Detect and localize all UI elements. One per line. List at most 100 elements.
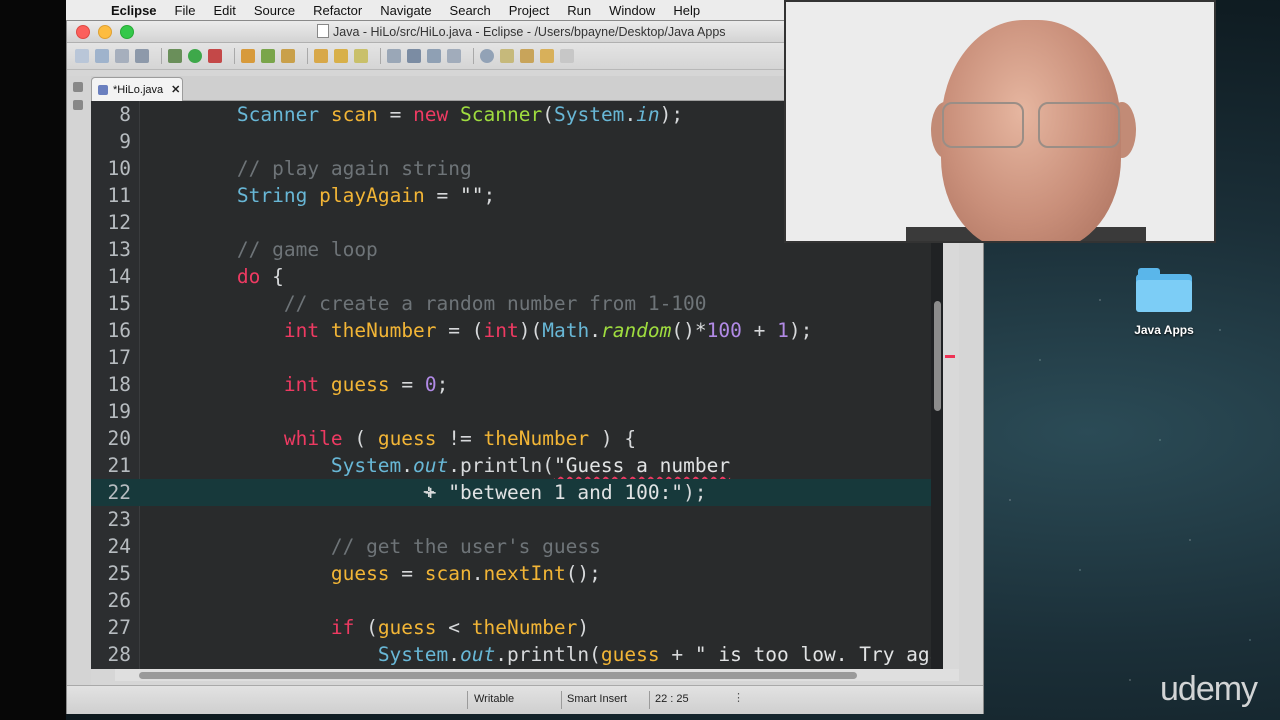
status-more-icon[interactable]: ⋮ xyxy=(733,691,744,704)
external-tools-icon[interactable] xyxy=(208,49,222,63)
code-line[interactable]: 27 if (guess < theNumber) xyxy=(91,614,943,641)
menu-run[interactable]: Run xyxy=(558,3,600,18)
editor-tab-hilo[interactable]: *HiLo.java ✕ xyxy=(91,77,183,101)
code-text: int guess = 0; xyxy=(283,373,449,396)
open-type-icon[interactable] xyxy=(314,49,328,63)
new-icon[interactable] xyxy=(75,49,89,63)
back-icon[interactable] xyxy=(540,49,554,63)
toggle-mark-icon[interactable] xyxy=(387,49,401,63)
debug-icon[interactable] xyxy=(168,49,182,63)
code-text: guess = scan.nextInt(); xyxy=(330,562,601,585)
code-line[interactable]: 20 while ( guess != theNumber ) { xyxy=(91,425,943,452)
vertical-scroll-thumb[interactable] xyxy=(934,301,941,411)
code-text: // game loop xyxy=(236,238,378,261)
line-number: 12 xyxy=(107,211,131,234)
save-all-icon[interactable] xyxy=(115,49,129,63)
code-line[interactable]: 19 xyxy=(91,398,943,425)
udemy-watermark: udemy xyxy=(1160,670,1258,708)
code-line[interactable]: 28 System.out.println(guess + " is too l… xyxy=(91,641,943,668)
code-line[interactable]: 15 // create a random number from 1-100 xyxy=(91,290,943,317)
previous-annotation-icon[interactable] xyxy=(500,49,514,63)
menu-source[interactable]: Source xyxy=(245,3,304,18)
print-icon[interactable] xyxy=(135,49,149,63)
menu-help[interactable]: Help xyxy=(664,3,709,18)
code-line[interactable]: 25 guess = scan.nextInt(); xyxy=(91,560,943,587)
status-insert-mode[interactable]: Smart Insert xyxy=(567,693,627,705)
line-number: 21 xyxy=(107,454,131,477)
toolbar-separator xyxy=(380,48,381,64)
last-edit-icon[interactable] xyxy=(520,49,534,63)
code-line[interactable]: 23 xyxy=(91,506,943,533)
menu-file[interactable]: File xyxy=(166,3,205,18)
code-text: // play again string xyxy=(236,157,472,180)
status-writable: Writable xyxy=(474,693,515,705)
window-title-text: Java - HiLo/src/HiLo.java - Eclipse - /U… xyxy=(333,25,726,39)
menu-navigate[interactable]: Navigate xyxy=(371,3,440,18)
run-icon[interactable] xyxy=(188,49,202,63)
menu-edit[interactable]: Edit xyxy=(204,3,244,18)
toolbar-separator xyxy=(161,48,162,64)
line-number: 19 xyxy=(107,400,131,423)
line-number: 20 xyxy=(107,427,131,450)
code-line-current[interactable]: 22 + "between 1 and 100:"); xyxy=(91,479,943,506)
code-line[interactable]: 16 int theNumber = (int)(Math.random()*1… xyxy=(91,317,943,344)
new-java-project-icon[interactable] xyxy=(241,49,255,63)
error-marker[interactable] xyxy=(945,355,955,358)
restore-icon[interactable] xyxy=(73,82,83,92)
code-line[interactable]: 18 int guess = 0; xyxy=(91,371,943,398)
toolbar-separator xyxy=(473,48,474,64)
line-number: 22 xyxy=(107,481,131,504)
close-window-button[interactable] xyxy=(76,24,90,39)
menu-bar: Eclipse File Edit Source Refactor Naviga… xyxy=(66,0,786,21)
search-tool-icon[interactable] xyxy=(354,49,368,63)
code-text: // create a random number from 1-100 xyxy=(283,292,707,315)
line-number: 17 xyxy=(107,346,131,369)
menu-window[interactable]: Window xyxy=(600,3,664,18)
save-icon[interactable] xyxy=(95,49,109,63)
webcam-overlay xyxy=(784,0,1216,243)
code-text: do { xyxy=(236,265,284,288)
open-task-icon[interactable] xyxy=(334,49,348,63)
menu-refactor[interactable]: Refactor xyxy=(304,3,371,18)
close-tab-icon[interactable]: ✕ xyxy=(171,83,180,96)
minimize-window-button[interactable] xyxy=(98,24,112,39)
code-text: // get the user's guess xyxy=(330,535,601,558)
code-text: Scanner scan = new Scanner(System.in); xyxy=(236,103,684,126)
status-bar: Writable Smart Insert 22 : 25 ⋮ xyxy=(67,685,983,714)
glasses-lens xyxy=(1038,102,1120,148)
folder-front xyxy=(1136,280,1192,312)
editor-tab-label: *HiLo.java xyxy=(113,83,164,96)
menu-app-name[interactable]: Eclipse xyxy=(102,3,166,18)
code-text: System.out.println(guess + " is too low.… xyxy=(377,643,942,666)
code-line[interactable]: 21 System.out.println("Guess a number xyxy=(91,452,943,479)
left-trim-stack xyxy=(67,76,91,696)
code-text: if (guess < theNumber) xyxy=(330,616,590,639)
package-explorer-icon[interactable] xyxy=(73,100,83,110)
toolbar-separator xyxy=(307,48,308,64)
status-separator xyxy=(467,691,468,709)
horizontal-scroll-thumb[interactable] xyxy=(139,672,857,679)
forward-icon[interactable] xyxy=(560,49,574,63)
code-line[interactable]: 26 xyxy=(91,587,943,614)
pilcrow-icon[interactable] xyxy=(447,49,461,63)
status-cursor-position: 22 : 25 xyxy=(655,693,689,705)
menu-search[interactable]: Search xyxy=(441,3,500,18)
new-class-icon[interactable] xyxy=(281,49,295,63)
zoom-window-button[interactable] xyxy=(120,24,134,39)
desktop-folder-label[interactable]: Java Apps xyxy=(1118,323,1210,337)
horizontal-scrollbar[interactable] xyxy=(115,669,959,681)
folder-icon[interactable] xyxy=(1136,268,1192,312)
code-line[interactable]: 14 do { xyxy=(91,263,943,290)
code-text: String playAgain = ""; xyxy=(236,184,496,207)
show-whitespace-icon[interactable] xyxy=(407,49,421,63)
line-number: 26 xyxy=(107,589,131,612)
code-line[interactable]: 24 // get the user's guess xyxy=(91,533,943,560)
desktop-stars xyxy=(960,240,1280,720)
presenter-glasses xyxy=(934,102,1130,150)
line-number: 10 xyxy=(107,157,131,180)
new-package-icon[interactable] xyxy=(261,49,275,63)
menu-project[interactable]: Project xyxy=(500,3,558,18)
code-line[interactable]: 17 xyxy=(91,344,943,371)
block-selection-icon[interactable] xyxy=(427,49,441,63)
next-annotation-icon[interactable] xyxy=(480,49,494,63)
